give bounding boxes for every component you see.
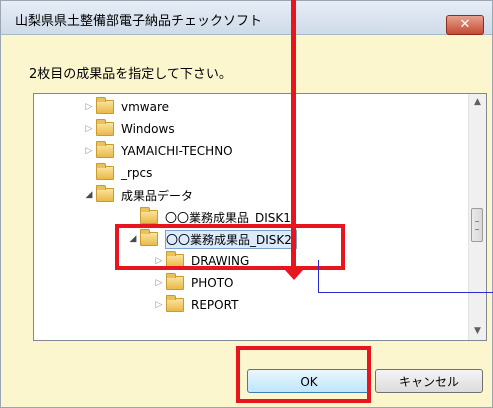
tree-item-yamaichi-techno[interactable]: ▷ YAMAICHI-TECHNO (82, 140, 233, 162)
folder-icon (166, 273, 184, 290)
tree-item-windows[interactable]: ▷ Windows (82, 118, 175, 140)
expand-icon[interactable]: ▷ (82, 146, 96, 156)
title-bar: 山梨県県土整備部電子納品チェックソフト ✕ (1, 1, 492, 35)
tree-item-rpcs[interactable]: _rpcs (82, 162, 152, 184)
annotation-arrow-head (285, 270, 303, 280)
annotation-blue-line (318, 260, 319, 293)
vertical-scrollbar[interactable]: ▲ ▼ (468, 94, 486, 340)
expand-icon[interactable]: ▷ (152, 300, 166, 310)
window-title: 山梨県県土整備部電子納品チェックソフト (15, 14, 263, 29)
tree-item-label: Windows (121, 122, 175, 136)
folder-icon (140, 207, 158, 224)
tree-item-seikahin-data[interactable]: ◢ 成果品データ (82, 184, 193, 206)
tree-item-report[interactable]: ▷ REPORT (152, 294, 238, 316)
cancel-button[interactable]: キャンセル (375, 369, 483, 393)
tree-item-photo[interactable]: ▷ PHOTO (152, 272, 233, 294)
folder-tree[interactable]: ▷ vmware ▷ Windows ▷ YAMAICHI-TECHNO _rp… (33, 93, 487, 341)
tree-item-label: vmware (121, 100, 170, 114)
tree-item-label: 〇〇業務成果品_DISK1 (165, 210, 291, 225)
prompt-text: 2枚目の成果品を指定して下さい。 (29, 67, 232, 82)
folder-icon (96, 97, 114, 114)
tree-item-label: _rpcs (121, 166, 153, 180)
expand-icon[interactable]: ▷ (152, 278, 166, 288)
expand-icon[interactable]: ▷ (82, 102, 96, 112)
folder-icon (96, 119, 114, 136)
annotation-highlight-ok (236, 346, 371, 403)
expand-icon[interactable]: ▷ (82, 124, 96, 134)
tree-item-label: PHOTO (191, 276, 234, 290)
scroll-down-arrow-icon[interactable]: ▼ (469, 323, 486, 340)
tree-item-vmware[interactable]: ▷ vmware (82, 96, 169, 118)
folder-icon (96, 141, 114, 158)
tree-item-label: 成果品データ (121, 188, 194, 203)
folder-icon (166, 295, 184, 312)
close-button[interactable]: ✕ (446, 15, 484, 35)
tree-item-label: YAMAICHI-TECHNO (121, 144, 233, 158)
annotation-highlight-disk2 (115, 224, 345, 270)
tree-item-label: REPORT (191, 298, 239, 312)
scroll-thumb[interactable] (471, 208, 483, 242)
annotation-blue-line (318, 292, 493, 293)
folder-icon (96, 163, 114, 180)
scroll-up-arrow-icon[interactable]: ▲ (469, 94, 486, 111)
folder-icon (96, 185, 114, 202)
collapse-icon[interactable]: ◢ (82, 190, 96, 200)
